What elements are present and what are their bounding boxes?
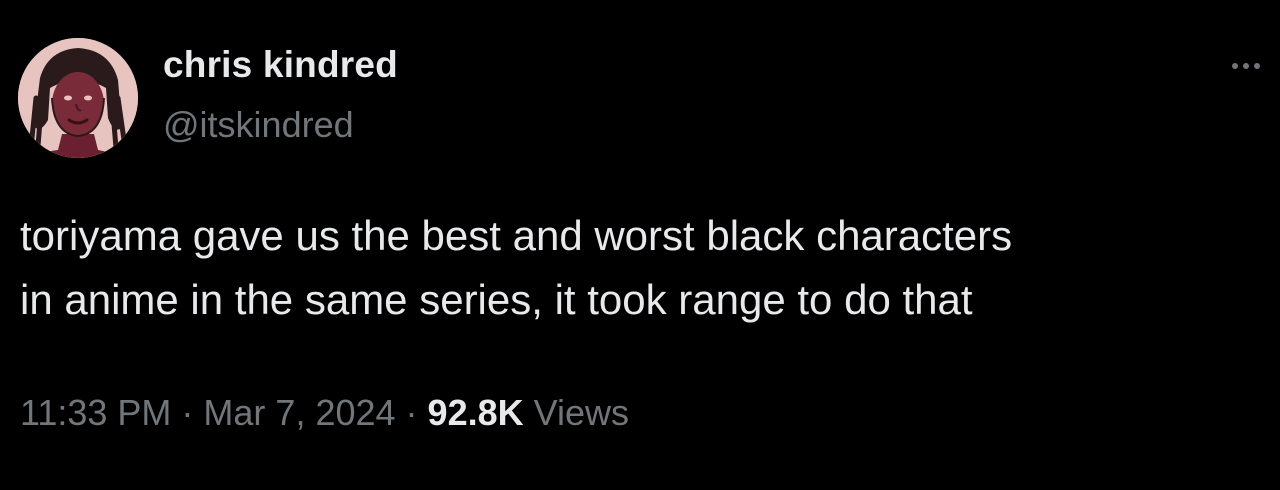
meta-separator: ·: [181, 392, 194, 433]
tweet-card: chris kindred @itskindred toriyama gave …: [0, 0, 1280, 490]
more-options-button[interactable]: [1224, 52, 1268, 80]
tweet-time[interactable]: 11:33 PM: [20, 392, 171, 433]
meta-separator: ·: [405, 392, 418, 433]
tweet-text-line: toriyama gave us the best and worst blac…: [20, 212, 1013, 259]
more-horizontal-icon: [1232, 63, 1238, 69]
tweet-text: toriyama gave us the best and worst blac…: [20, 204, 1265, 332]
tweet-text-line: in anime in the same series, it took ran…: [20, 276, 973, 323]
avatar[interactable]: [18, 38, 138, 158]
views-count[interactable]: 92.8K: [428, 392, 524, 433]
avatar-portrait-icon: [18, 38, 138, 158]
author-display-name[interactable]: chris kindred: [163, 44, 398, 86]
views-label[interactable]: Views: [534, 392, 629, 433]
tweet-date[interactable]: Mar 7, 2024: [203, 392, 395, 433]
author-handle[interactable]: @itskindred: [163, 104, 354, 146]
tweet-meta: 11:33 PM · Mar 7, 2024 · 92.8K Views: [20, 392, 629, 434]
more-horizontal-icon-dot: [1243, 63, 1249, 69]
more-horizontal-icon-dot: [1254, 63, 1260, 69]
